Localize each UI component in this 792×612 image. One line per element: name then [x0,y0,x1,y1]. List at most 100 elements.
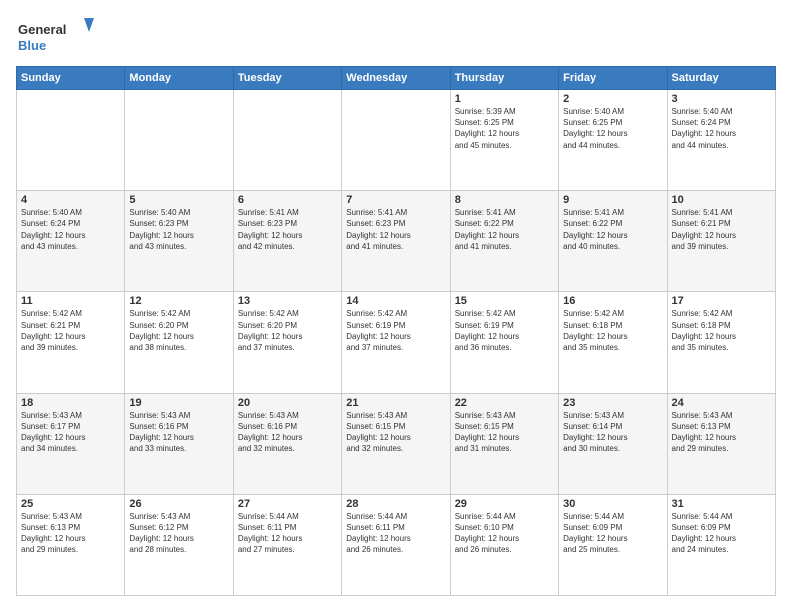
calendar-cell: 10Sunrise: 5:41 AM Sunset: 6:21 PM Dayli… [667,191,775,292]
day-info: Sunrise: 5:44 AM Sunset: 6:09 PM Dayligh… [563,511,662,556]
calendar-cell: 4Sunrise: 5:40 AM Sunset: 6:24 PM Daylig… [17,191,125,292]
day-number: 17 [672,295,771,307]
calendar-week-row: 25Sunrise: 5:43 AM Sunset: 6:13 PM Dayli… [17,494,776,595]
calendar-cell: 19Sunrise: 5:43 AM Sunset: 6:16 PM Dayli… [125,393,233,494]
calendar-cell: 6Sunrise: 5:41 AM Sunset: 6:23 PM Daylig… [233,191,341,292]
calendar-cell: 13Sunrise: 5:42 AM Sunset: 6:20 PM Dayli… [233,292,341,393]
day-info: Sunrise: 5:43 AM Sunset: 6:13 PM Dayligh… [672,410,771,455]
day-number: 26 [129,498,228,510]
day-info: Sunrise: 5:42 AM Sunset: 6:18 PM Dayligh… [672,308,771,353]
day-number: 21 [346,397,445,409]
day-info: Sunrise: 5:43 AM Sunset: 6:15 PM Dayligh… [346,410,445,455]
day-info: Sunrise: 5:41 AM Sunset: 6:23 PM Dayligh… [346,207,445,252]
calendar-cell [125,90,233,191]
day-number: 22 [455,397,554,409]
calendar-cell: 30Sunrise: 5:44 AM Sunset: 6:09 PM Dayli… [559,494,667,595]
day-info: Sunrise: 5:43 AM Sunset: 6:14 PM Dayligh… [563,410,662,455]
calendar-cell: 22Sunrise: 5:43 AM Sunset: 6:15 PM Dayli… [450,393,558,494]
calendar-cell: 11Sunrise: 5:42 AM Sunset: 6:21 PM Dayli… [17,292,125,393]
weekday-header: Sunday [17,67,125,90]
day-info: Sunrise: 5:40 AM Sunset: 6:25 PM Dayligh… [563,106,662,151]
day-number: 14 [346,295,445,307]
calendar-cell: 17Sunrise: 5:42 AM Sunset: 6:18 PM Dayli… [667,292,775,393]
day-number: 19 [129,397,228,409]
day-number: 11 [21,295,120,307]
day-number: 31 [672,498,771,510]
calendar-cell: 7Sunrise: 5:41 AM Sunset: 6:23 PM Daylig… [342,191,450,292]
calendar-week-row: 11Sunrise: 5:42 AM Sunset: 6:21 PM Dayli… [17,292,776,393]
calendar-cell [233,90,341,191]
day-info: Sunrise: 5:43 AM Sunset: 6:15 PM Dayligh… [455,410,554,455]
day-info: Sunrise: 5:44 AM Sunset: 6:11 PM Dayligh… [346,511,445,556]
calendar-cell: 25Sunrise: 5:43 AM Sunset: 6:13 PM Dayli… [17,494,125,595]
calendar-week-row: 4Sunrise: 5:40 AM Sunset: 6:24 PM Daylig… [17,191,776,292]
calendar-cell: 9Sunrise: 5:41 AM Sunset: 6:22 PM Daylig… [559,191,667,292]
day-info: Sunrise: 5:43 AM Sunset: 6:17 PM Dayligh… [21,410,120,455]
calendar-cell: 2Sunrise: 5:40 AM Sunset: 6:25 PM Daylig… [559,90,667,191]
day-info: Sunrise: 5:42 AM Sunset: 6:19 PM Dayligh… [455,308,554,353]
day-number: 24 [672,397,771,409]
day-number: 18 [21,397,120,409]
calendar-cell: 8Sunrise: 5:41 AM Sunset: 6:22 PM Daylig… [450,191,558,292]
calendar-cell: 27Sunrise: 5:44 AM Sunset: 6:11 PM Dayli… [233,494,341,595]
day-number: 2 [563,93,662,105]
calendar-week-row: 1Sunrise: 5:39 AM Sunset: 6:25 PM Daylig… [17,90,776,191]
calendar-cell: 12Sunrise: 5:42 AM Sunset: 6:20 PM Dayli… [125,292,233,393]
day-info: Sunrise: 5:41 AM Sunset: 6:22 PM Dayligh… [563,207,662,252]
day-number: 13 [238,295,337,307]
calendar-cell: 20Sunrise: 5:43 AM Sunset: 6:16 PM Dayli… [233,393,341,494]
calendar-cell: 31Sunrise: 5:44 AM Sunset: 6:09 PM Dayli… [667,494,775,595]
calendar-cell: 15Sunrise: 5:42 AM Sunset: 6:19 PM Dayli… [450,292,558,393]
day-number: 12 [129,295,228,307]
day-info: Sunrise: 5:39 AM Sunset: 6:25 PM Dayligh… [455,106,554,151]
day-number: 9 [563,194,662,206]
day-info: Sunrise: 5:40 AM Sunset: 6:24 PM Dayligh… [21,207,120,252]
calendar-table: SundayMondayTuesdayWednesdayThursdayFrid… [16,66,776,596]
page: General Blue SundayMondayTuesdayWednesda… [0,0,792,612]
weekday-header-row: SundayMondayTuesdayWednesdayThursdayFrid… [17,67,776,90]
calendar-cell: 28Sunrise: 5:44 AM Sunset: 6:11 PM Dayli… [342,494,450,595]
weekday-header: Tuesday [233,67,341,90]
calendar-cell: 26Sunrise: 5:43 AM Sunset: 6:12 PM Dayli… [125,494,233,595]
calendar-cell [17,90,125,191]
calendar-cell: 29Sunrise: 5:44 AM Sunset: 6:10 PM Dayli… [450,494,558,595]
day-number: 28 [346,498,445,510]
header: General Blue [16,16,776,56]
day-info: Sunrise: 5:41 AM Sunset: 6:23 PM Dayligh… [238,207,337,252]
day-info: Sunrise: 5:42 AM Sunset: 6:20 PM Dayligh… [129,308,228,353]
day-number: 27 [238,498,337,510]
day-info: Sunrise: 5:44 AM Sunset: 6:11 PM Dayligh… [238,511,337,556]
calendar-cell: 16Sunrise: 5:42 AM Sunset: 6:18 PM Dayli… [559,292,667,393]
day-number: 25 [21,498,120,510]
day-info: Sunrise: 5:40 AM Sunset: 6:23 PM Dayligh… [129,207,228,252]
day-info: Sunrise: 5:41 AM Sunset: 6:21 PM Dayligh… [672,207,771,252]
day-info: Sunrise: 5:43 AM Sunset: 6:16 PM Dayligh… [238,410,337,455]
day-number: 10 [672,194,771,206]
calendar-cell: 21Sunrise: 5:43 AM Sunset: 6:15 PM Dayli… [342,393,450,494]
weekday-header: Thursday [450,67,558,90]
weekday-header: Friday [559,67,667,90]
calendar-cell: 18Sunrise: 5:43 AM Sunset: 6:17 PM Dayli… [17,393,125,494]
calendar-week-row: 18Sunrise: 5:43 AM Sunset: 6:17 PM Dayli… [17,393,776,494]
weekday-header: Wednesday [342,67,450,90]
svg-text:General: General [18,22,66,37]
day-info: Sunrise: 5:42 AM Sunset: 6:20 PM Dayligh… [238,308,337,353]
calendar-cell: 14Sunrise: 5:42 AM Sunset: 6:19 PM Dayli… [342,292,450,393]
day-number: 16 [563,295,662,307]
logo-svg: General Blue [16,16,96,56]
calendar-cell [342,90,450,191]
logo: General Blue [16,16,96,56]
day-number: 4 [21,194,120,206]
day-number: 29 [455,498,554,510]
day-number: 15 [455,295,554,307]
day-info: Sunrise: 5:42 AM Sunset: 6:21 PM Dayligh… [21,308,120,353]
calendar-cell: 24Sunrise: 5:43 AM Sunset: 6:13 PM Dayli… [667,393,775,494]
day-number: 1 [455,93,554,105]
day-info: Sunrise: 5:44 AM Sunset: 6:09 PM Dayligh… [672,511,771,556]
day-info: Sunrise: 5:42 AM Sunset: 6:18 PM Dayligh… [563,308,662,353]
day-number: 7 [346,194,445,206]
calendar-cell: 5Sunrise: 5:40 AM Sunset: 6:23 PM Daylig… [125,191,233,292]
day-number: 30 [563,498,662,510]
weekday-header: Saturday [667,67,775,90]
day-info: Sunrise: 5:43 AM Sunset: 6:12 PM Dayligh… [129,511,228,556]
